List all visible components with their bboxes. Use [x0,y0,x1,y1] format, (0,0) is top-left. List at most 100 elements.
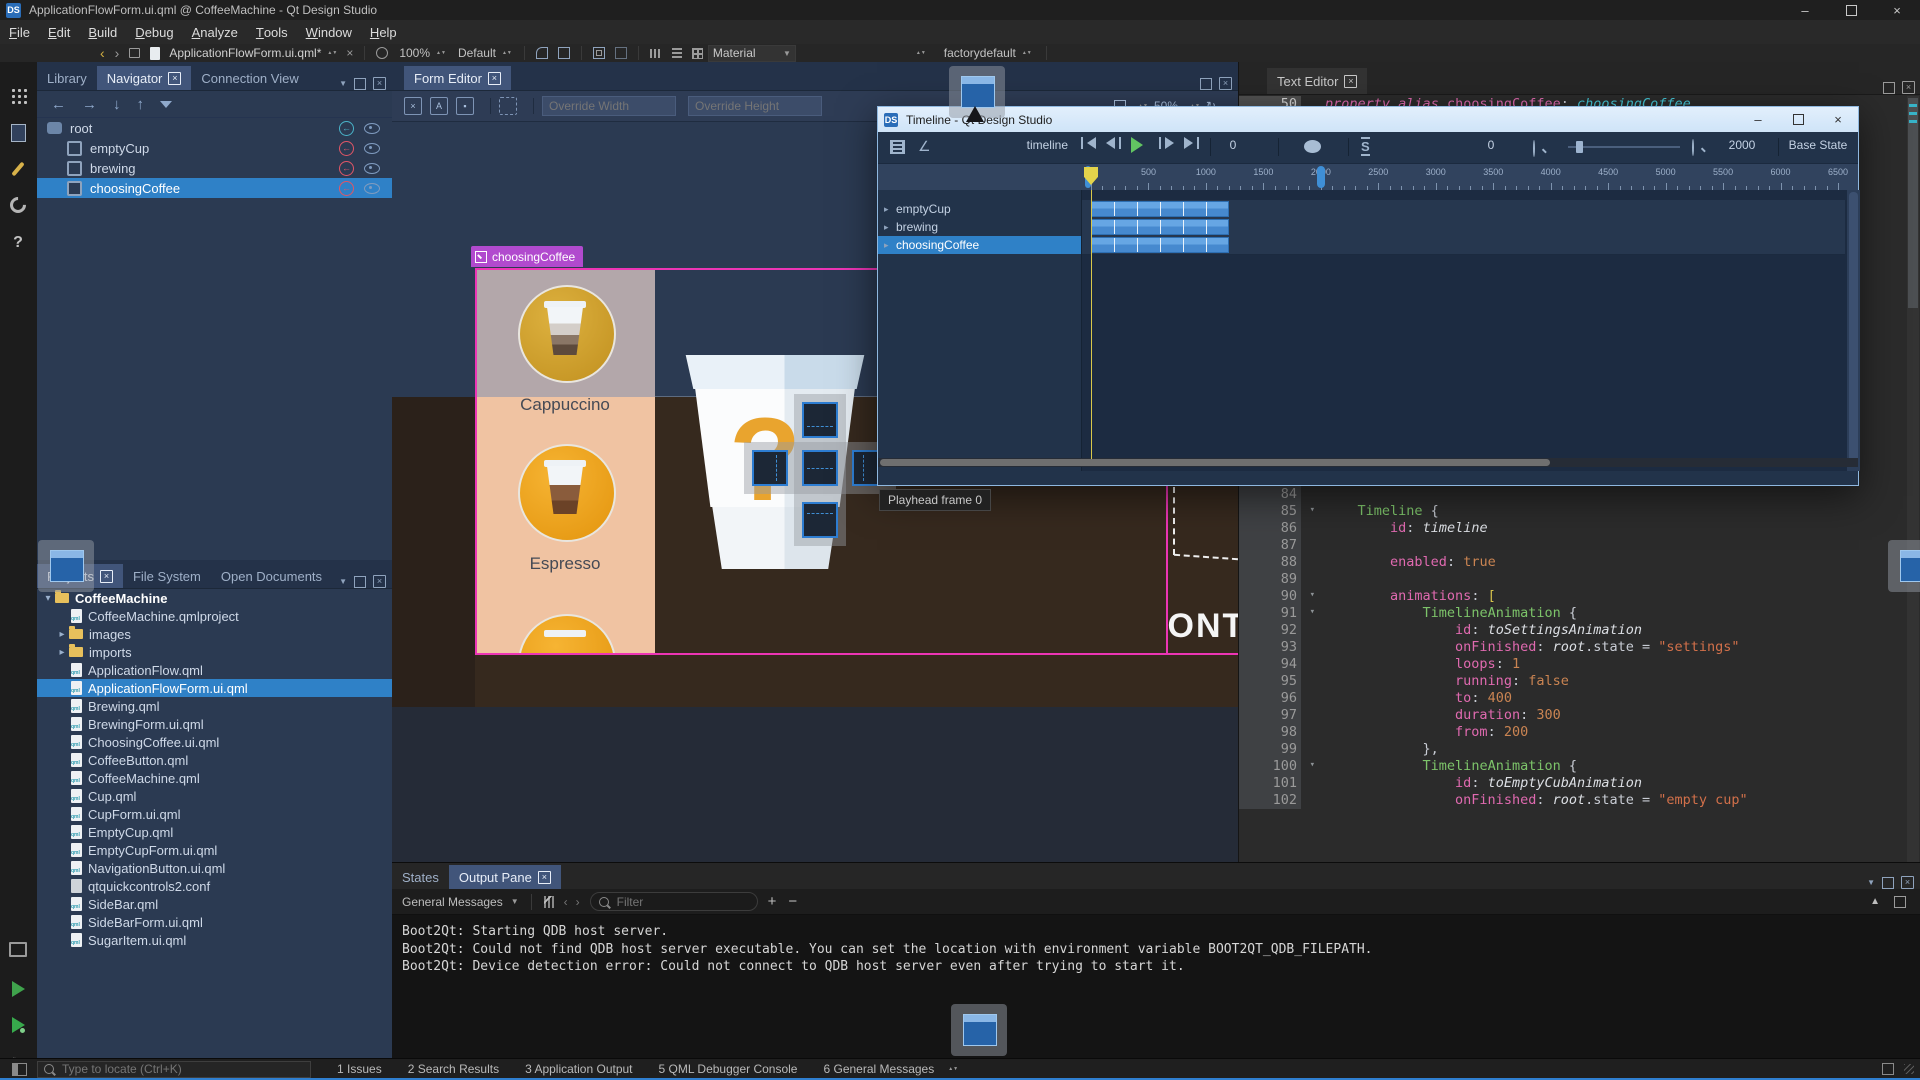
tab-text-editor[interactable]: Text Editor × [1267,68,1367,94]
code-line-102[interactable]: 102 onFinished: root.state = "empty cup" [1239,792,1920,809]
project-file-applicationflow-qml[interactable]: qmlApplicationFlow.qml [37,661,392,679]
mode-welcome-icon[interactable] [9,86,27,104]
collapse-pane-icon[interactable]: ▲ [1870,896,1880,907]
dock-top-edge-icon[interactable] [961,76,995,108]
hide-bounds-icon[interactable] [615,47,627,59]
pane-button-1-issues[interactable]: 1 Issues [337,1062,382,1076]
split-panel-icon[interactable] [1883,82,1895,94]
expander-icon[interactable]: ▸ [55,647,69,658]
forward-icon[interactable]: › [115,45,120,61]
pane-button-5-qml-debugger-console[interactable]: 5 QML Debugger Console [659,1062,798,1076]
tab-projects-file-system[interactable]: File System [123,564,211,588]
project-file-brewingform-ui-qml[interactable]: qmlBrewingForm.ui.qml [37,715,392,733]
end-frame-field[interactable]: 2000 [1725,137,1759,154]
grid-icon[interactable] [692,48,703,59]
mode-tools-icon[interactable] [9,196,27,214]
timeline-settings-icon[interactable] [890,140,905,154]
code-line-90[interactable]: 90▾ animations: [ [1239,588,1920,605]
override-width-field[interactable] [542,96,676,116]
menu-build[interactable]: Build [79,20,126,44]
close-tab-icon[interactable]: × [168,72,181,85]
code-line-92[interactable]: 92 id: toSettingsAnimation [1239,622,1920,639]
code-line-100[interactable]: 100▾ TimelineAnimation { [1239,758,1920,775]
pane-button-6-general-messages[interactable]: 6 General Messages [823,1062,934,1076]
open-document-combo[interactable]: ApplicationFlowForm.ui.qml* ▲▼ [169,46,337,60]
state-combo[interactable]: Base State [1783,137,1853,154]
next-item-icon[interactable]: › [576,895,580,909]
split-panel-icon[interactable] [1200,78,1212,90]
project-file-navigationbutton-ui-qml[interactable]: qmlNavigationButton.ui.qml [37,859,392,877]
visibility-eye-icon[interactable] [364,163,380,174]
filter-icon[interactable] [160,101,172,108]
close-panel-icon[interactable]: × [1219,77,1232,90]
project-file-emptycupform-ui-qml[interactable]: qmlEmptyCupForm.ui.qml [37,841,392,859]
code-line-87[interactable]: 87 [1239,537,1920,554]
visibility-eye-icon[interactable] [364,183,380,194]
tab-navigator-library[interactable]: Library [37,66,97,90]
output-messages[interactable]: Boot2Qt: Starting QDB host server.Boot2Q… [392,915,1920,984]
menu-file[interactable]: File [0,20,39,44]
show-bounding-rects-icon[interactable] [499,97,517,115]
expander-icon[interactable]: ▾ [41,593,55,604]
export-toggle-icon[interactable]: ← [339,181,354,196]
prev-item-icon[interactable]: ‹ [564,895,568,909]
timeline-combo[interactable]: timeline [998,137,1068,154]
kit-combo[interactable]: factorydefault▲▼ [944,46,1032,60]
override-height-field[interactable] [688,96,822,116]
kit-target-icon[interactable] [9,940,27,958]
split-panel-icon[interactable] [1882,877,1894,889]
menu-tools[interactable]: Tools [247,20,297,44]
code-line-97[interactable]: 97 duration: 300 [1239,707,1920,724]
keyframe-bar-brewing[interactable] [1091,219,1229,235]
project-file-coffeemachine-qmlproject[interactable]: qmlCoffeeMachine.qmlproject [37,607,392,625]
mode-help-icon[interactable]: ? [9,234,27,252]
tab-form-editor[interactable]: Form Editor × [404,66,511,90]
close-tab-icon[interactable]: × [1344,75,1357,88]
snap-parent-icon[interactable]: ▪ [456,97,474,115]
locate-input[interactable] [60,1061,294,1077]
zoom-out-icon[interactable]: − [788,893,797,910]
menu-debug[interactable]: Debug [126,20,182,44]
project-file-coffeemachine-qml[interactable]: qmlCoffeeMachine.qml [37,769,392,787]
zoom-in-icon[interactable]: + [768,893,777,910]
expander-icon[interactable]: ▸ [884,240,896,251]
secondary-frame-field[interactable]: 0 [1474,137,1508,154]
pane-spinner-icon[interactable]: ▲▼ [948,1067,958,1071]
project-file-sidebar-qml[interactable]: qmlSideBar.qml [37,895,392,913]
project-file-imports[interactable]: ▸imports [37,643,392,661]
navigator-item-emptycup[interactable]: emptyCup← [37,138,392,158]
minimize-button[interactable]: – [1738,110,1778,130]
previous-frame-button[interactable] [1106,137,1121,149]
close-document-icon[interactable]: × [346,46,353,60]
navigator-item-root[interactable]: root← [37,118,392,138]
filter-input[interactable] [615,894,729,910]
export-toggle-icon[interactable]: ← [339,161,354,176]
back-icon[interactable]: ‹ [100,45,105,61]
export-toggle-icon[interactable]: ← [339,121,354,136]
fold-arrow-icon[interactable]: ▾ [1310,760,1315,770]
timeline-hscrollbar[interactable] [878,458,1858,467]
project-file-cup-qml[interactable]: qmlCup.qml [37,787,392,805]
tab-navigator-navigator[interactable]: Navigator× [97,66,192,90]
export-toggle-icon[interactable]: ← [339,141,354,156]
columns-icon[interactable] [650,49,662,58]
maximize-button[interactable] [1778,110,1818,130]
zoom-combo[interactable]: 100%▲▼ [399,46,446,60]
code-line-86[interactable]: 86 id: timeline [1239,520,1920,537]
timeline-track-brewing[interactable]: ▸brewing [878,218,1081,236]
clear-icon[interactable] [544,896,556,908]
run-button[interactable] [9,980,27,998]
expander-icon[interactable]: ▸ [884,222,896,233]
menu-window[interactable]: Window [297,20,361,44]
project-file-cupform-ui-qml[interactable]: qmlCupForm.ui.qml [37,805,392,823]
code-line-98[interactable]: 98 from: 200 [1239,724,1920,741]
run-target-icon[interactable] [376,47,388,59]
progress-icon[interactable] [1882,1063,1894,1075]
debug-run-button[interactable] [9,1016,27,1034]
curve-picker-icon[interactable]: ∠ [918,138,931,155]
project-file-sidebarform-ui-qml[interactable]: qmlSideBarForm.ui.qml [37,913,392,931]
minimize-button[interactable]: – [1782,0,1828,20]
mode-design-icon[interactable] [9,160,27,178]
close-tab-icon[interactable]: × [488,72,501,85]
overflow-icon[interactable]: ▼ [339,79,347,88]
